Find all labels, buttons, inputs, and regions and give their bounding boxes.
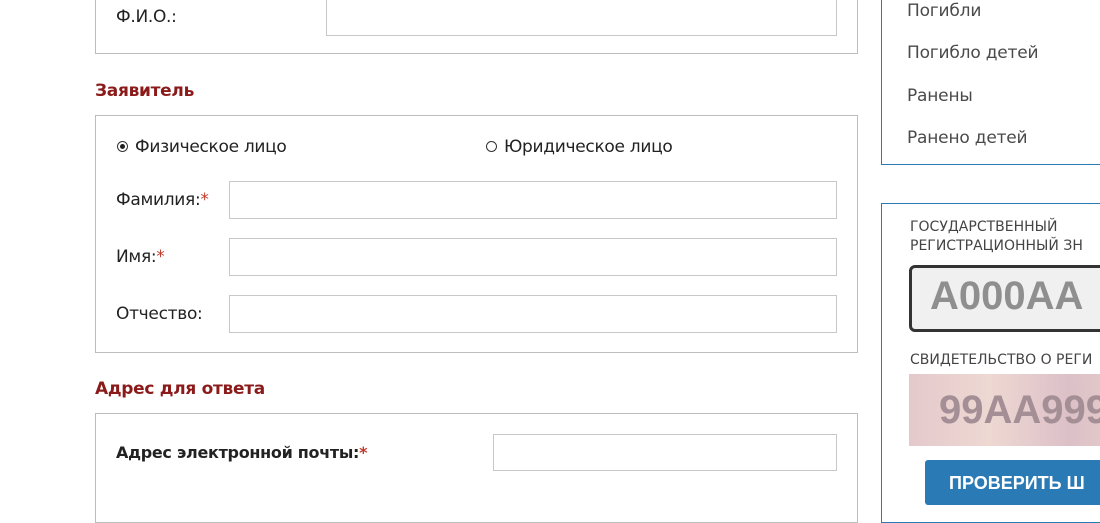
reply-address-section-title: Адрес для ответа (95, 379, 265, 399)
name-label: Имя:* (116, 247, 165, 267)
patronymic-input[interactable] (229, 295, 837, 333)
surname-input[interactable] (229, 181, 837, 219)
list-item-killed[interactable]: Погибли (907, 1, 981, 21)
surname-label: Фамилия:* (116, 190, 209, 210)
fio-label: Ф.И.О.: (116, 7, 177, 27)
fio-fieldset: Ф.И.О.: (95, 0, 858, 54)
cert-caption: СВИДЕТЕЛЬСТВО О РЕГИ (910, 352, 1093, 368)
vehicle-check-widget: ГОСУДАРСТВЕННЫЙ РЕГИСТРАЦИОННЫЙ ЗН А000А… (881, 203, 1100, 523)
applicant-fieldset: Физическое лицо Юридическое лицо Фамилия… (95, 115, 858, 353)
patronymic-label: Отчество: (116, 304, 203, 324)
license-plate-sample: А000АА (909, 265, 1100, 332)
reply-address-fieldset: Адрес электронной почты:* (95, 413, 858, 523)
plate-value: А000АА (930, 274, 1084, 318)
fio-input[interactable] (326, 0, 837, 36)
email-label: Адрес электронной почты:* (116, 443, 368, 462)
name-required-mark: * (156, 247, 165, 267)
name-input[interactable] (229, 238, 837, 276)
email-required-mark: * (359, 443, 368, 462)
email-input[interactable] (493, 434, 837, 471)
registration-certificate-sample: 99АА999 (909, 374, 1100, 446)
surname-required-mark: * (200, 190, 209, 210)
radio-legal[interactable] (486, 141, 497, 152)
plate-caption-line2: РЕГИСТРАЦИОННЫЙ ЗН (910, 238, 1083, 254)
casualties-list-panel: Погибли Погибло детей Ранены Ранено дете… (881, 0, 1100, 165)
list-item-children-killed[interactable]: Погибло детей (907, 43, 1039, 63)
applicant-section-title: Заявитель (95, 81, 195, 101)
list-item-children-injured[interactable]: Ранено детей (907, 128, 1028, 148)
radio-legal-label[interactable]: Юридическое лицо (504, 137, 673, 157)
radio-individual-label[interactable]: Физическое лицо (135, 137, 287, 157)
check-button[interactable]: ПРОВЕРИТЬ Ш (925, 460, 1100, 505)
radio-individual[interactable] (117, 141, 128, 152)
plate-caption-line1: ГОСУДАРСТВЕННЫЙ (910, 219, 1058, 235)
check-button-label: ПРОВЕРИТЬ Ш (949, 473, 1085, 493)
list-item-injured[interactable]: Ранены (907, 86, 973, 106)
cert-value: 99АА999 (939, 388, 1100, 432)
